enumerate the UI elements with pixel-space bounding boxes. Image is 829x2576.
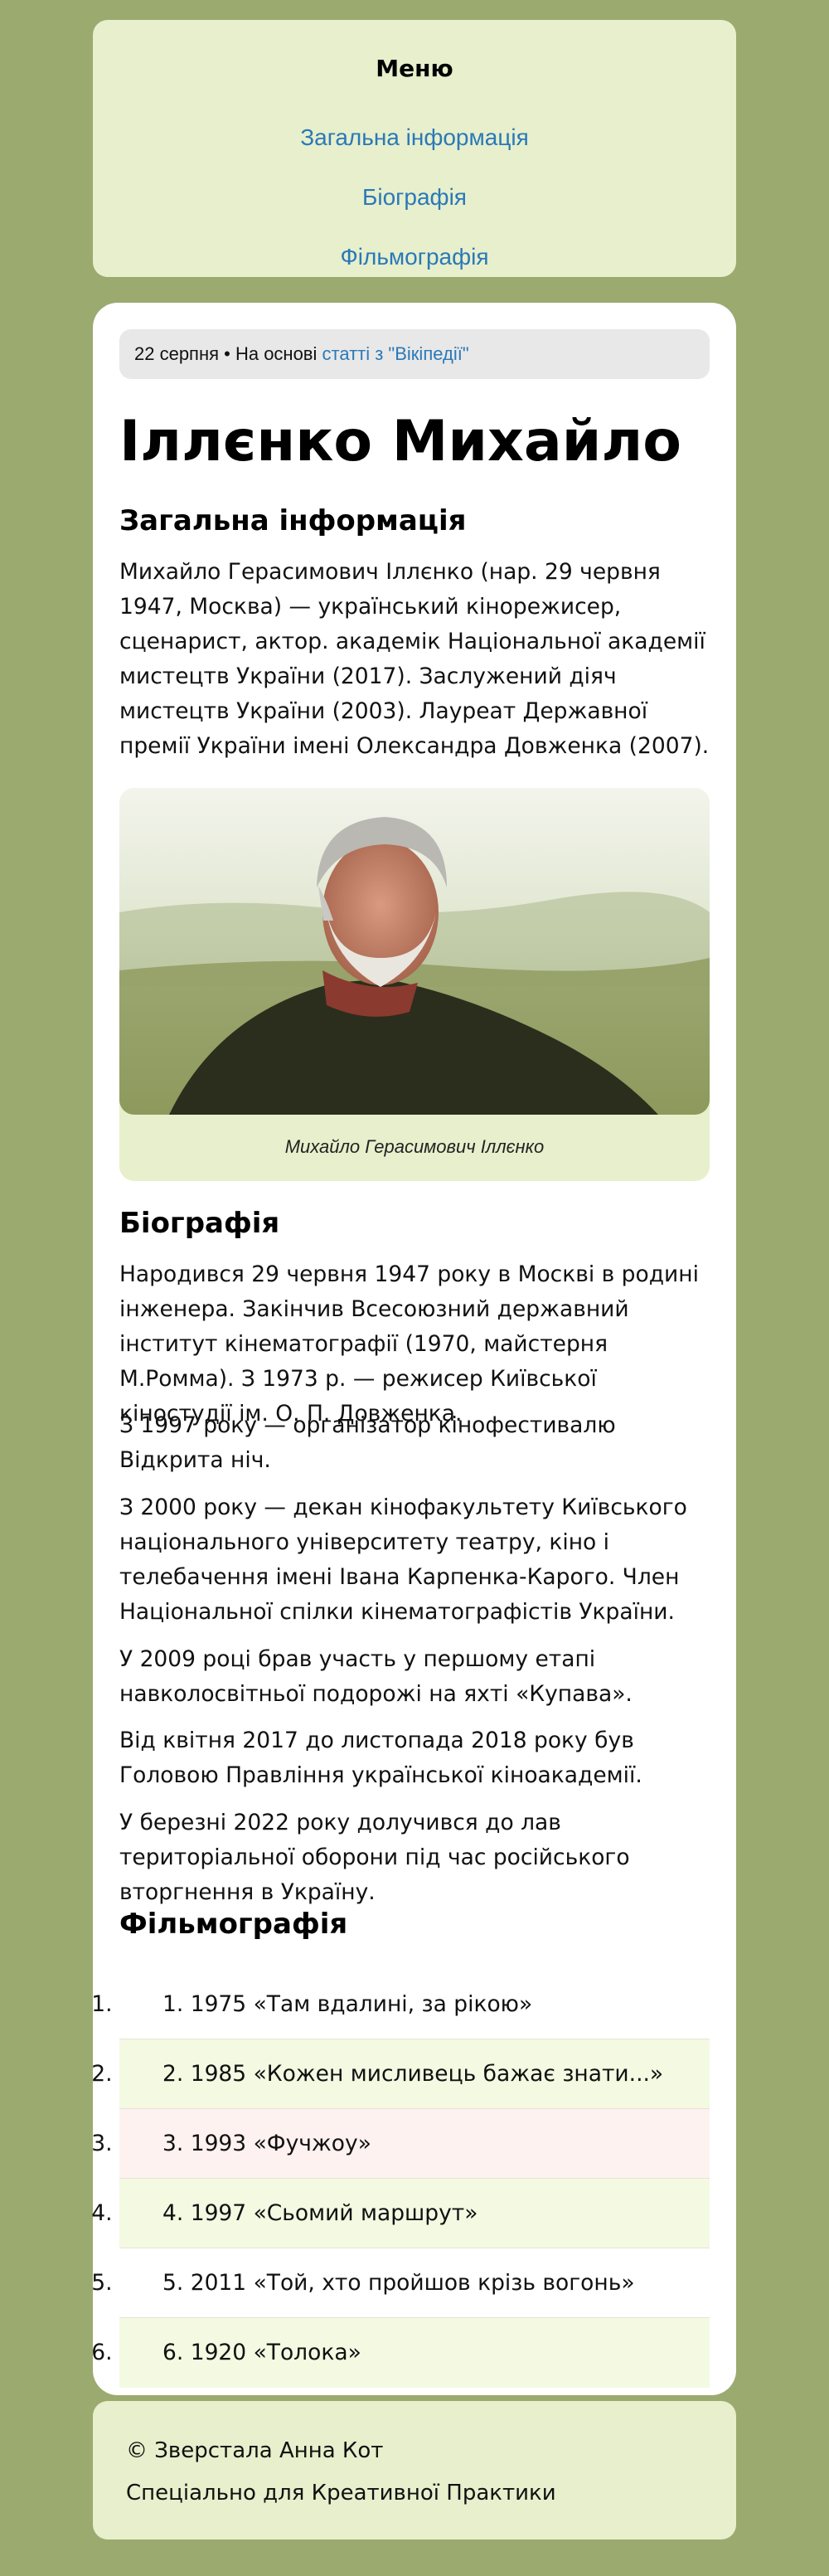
filmography-heading: Фільмографія <box>119 1908 348 1941</box>
film-item: 6. 1920 «Толока» <box>119 2318 710 2388</box>
film-item: 4. 1997 «Сьомий маршрут» <box>119 2179 710 2248</box>
menu-link-filmography[interactable]: Фільмографія <box>93 244 736 270</box>
portrait-photo <box>119 788 710 1115</box>
biography-paragraph: У березні 2022 року долучився до лав тер… <box>119 1810 630 1905</box>
biography-paragraph: З 1997 року — організатор кінофестивалю … <box>119 1412 616 1473</box>
biography-paragraph: Народився 29 червня 1947 року в Москві в… <box>119 1261 699 1427</box>
general-heading: Загальна інформація <box>119 504 467 537</box>
film-item: 3. 1993 «Фучжоу» <box>119 2109 710 2179</box>
portrait-caption: Михайло Герасимович Іллєнко <box>284 1136 545 1157</box>
footer: © Зверстала Анна Кот Спеціально для Креа… <box>93 2401 736 2540</box>
article-card: 22 серпня • На основі статті з "Вікіпеді… <box>93 303 736 2395</box>
footer-credit: © Зверстала Анна Кот <box>126 2438 384 2463</box>
wikipedia-link[interactable]: статті з "Вікіпедії" <box>322 343 469 364</box>
article-meta: 22 серпня • На основі статті з "Вікіпеді… <box>119 329 710 379</box>
general-text: Михайло Герасимович Іллєнко (нар. 29 чер… <box>119 559 710 759</box>
film-item: 5. 2011 «Той, хто пройшов крізь вогонь» <box>119 2248 710 2318</box>
biography-heading: Біографія <box>119 1207 280 1240</box>
biography-paragraph: З 2000 року — декан кінофакультету Київс… <box>119 1495 687 1625</box>
film-item: 2. 1985 «Кожен мисливець бажає знати...» <box>119 2039 710 2109</box>
film-item: 1. 1975 «Там вдалині, за рікою» <box>119 1970 710 2039</box>
filmography-list: 1. 1975 «Там вдалині, за рікою» 2. 1985 … <box>119 1970 710 2388</box>
menu-panel: Меню Загальна інформація Біографія Фільм… <box>93 20 736 277</box>
page-title: Іллєнко Михайло <box>119 409 681 474</box>
meta-date: 22 серпня • На основі <box>134 343 322 364</box>
portrait-figure: Михайло Герасимович Іллєнко <box>119 788 710 1181</box>
biography-paragraph: У 2009 році брав участь у першому етапі … <box>119 1646 633 1707</box>
menu-link-biography[interactable]: Біографія <box>93 184 736 211</box>
footer-note: Спеціально для Креативної Практики <box>126 2481 556 2506</box>
biography-paragraph: Від квітня 2017 до листопада 2018 року б… <box>119 1728 642 1788</box>
menu-title: Меню <box>376 55 453 82</box>
menu-link-general[interactable]: Загальна інформація <box>93 124 736 151</box>
